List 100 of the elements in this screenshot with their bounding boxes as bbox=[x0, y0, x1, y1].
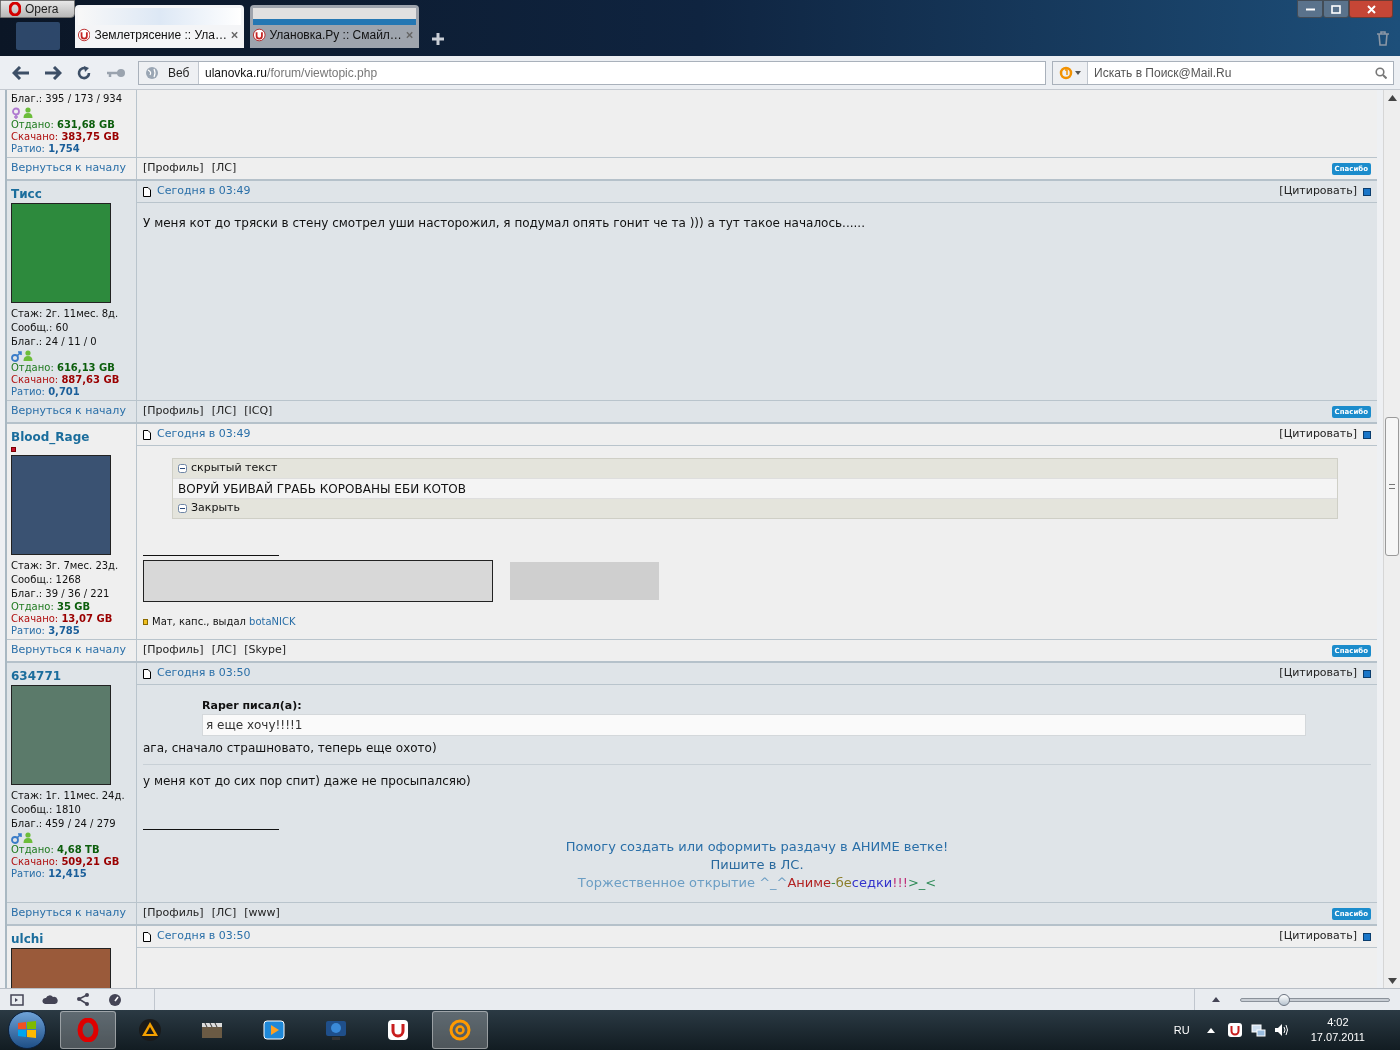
stat-line: Ратио: 12,415 bbox=[11, 868, 88, 880]
new-tab-icon[interactable] bbox=[432, 33, 444, 45]
reload-icon[interactable] bbox=[76, 64, 92, 81]
clock-time: 4:02 bbox=[1327, 1015, 1349, 1030]
profile-link[interactable]: [Профиль] bbox=[143, 642, 204, 659]
profile-link[interactable]: [Профиль] bbox=[143, 160, 204, 177]
username[interactable]: Тисс bbox=[11, 185, 132, 203]
stat-line: Скачано: 13,07 GB bbox=[11, 613, 114, 625]
profile-link[interactable]: [ЛС] bbox=[211, 160, 237, 177]
share-icon[interactable] bbox=[76, 993, 90, 1006]
trash-icon[interactable] bbox=[1376, 31, 1390, 46]
collapse-icon bbox=[178, 504, 187, 513]
maximize-icon bbox=[1331, 4, 1341, 14]
post-text: ага, сначало страшновато, теперь еще охото) bbox=[143, 740, 438, 757]
maximize-button[interactable] bbox=[1323, 0, 1349, 18]
panel-icon[interactable] bbox=[10, 993, 24, 1006]
stat-line: Стаж: 3г. 7мес. 23д. bbox=[11, 559, 120, 573]
scroll-up-icon[interactable] bbox=[1387, 95, 1397, 101]
tray-expand-icon[interactable] bbox=[1206, 1027, 1215, 1033]
stat-line: Сообщ.: 60 bbox=[11, 321, 70, 335]
post-date: Сегодня в 03:49 bbox=[157, 183, 251, 200]
u-logo-icon[interactable] bbox=[1226, 1022, 1243, 1038]
stat-line: Благ.: 459 / 24 / 279 bbox=[11, 817, 117, 831]
search-bar[interactable]: Искать в Поиск@Mail.Ru bbox=[1052, 60, 1394, 85]
spoiler-toggle[interactable]: скрытый текст bbox=[173, 459, 1337, 478]
profile-link[interactable]: [ЛС] bbox=[211, 905, 237, 922]
profile-link[interactable]: [Skype] bbox=[244, 642, 286, 659]
tab-title: Землетрясение :: Ула… bbox=[94, 27, 227, 44]
quote-link[interactable]: [Цитировать] bbox=[1279, 183, 1357, 200]
blurred-thumbnail bbox=[16, 22, 60, 50]
u-logo-icon bbox=[253, 28, 266, 42]
post-date: Сегодня в 03:50 bbox=[157, 665, 251, 682]
quote-link[interactable]: [Цитировать] bbox=[1279, 665, 1357, 682]
stat-line: Стаж: 1г. 11мес. 24д. bbox=[11, 789, 126, 803]
stat-line: Ратио: 1,754 bbox=[11, 143, 81, 155]
square-marker-icon[interactable] bbox=[1363, 430, 1371, 439]
browser-tab[interactable]: Землетрясение :: Ула… bbox=[75, 5, 244, 48]
network-icon[interactable] bbox=[1250, 1022, 1266, 1038]
o-logo-icon bbox=[9, 2, 21, 16]
post-text: У меня кот до тряски в стену смотрел уши насторожил, я подумал опять гонит че та ))) а тут такое началось...... bbox=[143, 215, 866, 232]
square-marker-icon[interactable] bbox=[1363, 669, 1371, 678]
u-logo-icon bbox=[78, 28, 91, 42]
start-button[interactable] bbox=[8, 1011, 46, 1049]
stat-line: Отдано: 631,68 GB bbox=[11, 119, 116, 131]
tab-title: Улановка.Ру :: Смайл… bbox=[269, 27, 402, 44]
forward-icon[interactable] bbox=[44, 65, 62, 80]
minimize-button[interactable] bbox=[1297, 0, 1323, 18]
quote-link[interactable]: [Цитировать] bbox=[1279, 426, 1357, 443]
back-icon[interactable] bbox=[12, 65, 30, 80]
zoom-menu-icon[interactable] bbox=[1212, 997, 1220, 1002]
menu-button[interactable]: Opera bbox=[0, 0, 75, 18]
scroll-down-icon[interactable] bbox=[1387, 978, 1397, 984]
stat-line: Благ.: 24 / 11 / 0 bbox=[11, 335, 98, 349]
username[interactable]: Blood_Rage bbox=[11, 428, 132, 446]
signature-text: Пишите в ЛС. bbox=[710, 856, 804, 874]
close-icon[interactable] bbox=[230, 31, 238, 39]
post-text: у меня кот до сих пор спит) даже не просыпалсяю) bbox=[143, 773, 472, 790]
user-link[interactable]: botaNICK bbox=[249, 616, 296, 627]
status-marker-icon bbox=[11, 447, 16, 452]
scrollbar-thumb[interactable] bbox=[1385, 417, 1399, 556]
address-field[interactable]: ulanovka.ru/forum/viewtopic.php bbox=[199, 63, 378, 82]
stat-line: Отдано: 616,13 GB bbox=[11, 362, 116, 374]
quote-link[interactable]: [Цитировать] bbox=[1279, 928, 1357, 945]
collapse-icon bbox=[178, 464, 187, 473]
search-icon[interactable] bbox=[1375, 66, 1387, 79]
close-button[interactable] bbox=[1349, 0, 1393, 18]
username[interactable]: 634771 bbox=[11, 667, 132, 685]
profile-link[interactable]: [ICQ] bbox=[244, 403, 273, 420]
user-icon bbox=[23, 832, 33, 843]
browser-tab[interactable]: Улановка.Ру :: Смайл… bbox=[250, 5, 419, 48]
speedometer-icon[interactable] bbox=[108, 993, 122, 1006]
language-indicator[interactable]: RU bbox=[1173, 1021, 1190, 1039]
stat-line: Ратио: 3,785 bbox=[11, 625, 81, 637]
monitor-icon bbox=[324, 1018, 348, 1042]
cloud-icon[interactable] bbox=[42, 994, 58, 1005]
profile-link[interactable]: [ЛС] bbox=[211, 642, 237, 659]
profile-link[interactable]: [www] bbox=[244, 905, 280, 922]
web-button[interactable]: Веб bbox=[139, 61, 199, 84]
profile-link[interactable]: [ЛС] bbox=[211, 403, 237, 420]
quote-author: Raper писал(а): bbox=[202, 698, 303, 714]
stat-line: Благ.: 39 / 36 / 221 bbox=[11, 587, 111, 601]
scrollbar[interactable] bbox=[1383, 90, 1400, 988]
search-field[interactable]: Искать в Поиск@Mail.Ru bbox=[1088, 61, 1375, 84]
square-marker-icon[interactable] bbox=[1363, 932, 1371, 941]
stat-line: Скачано: 383,75 GB bbox=[11, 131, 121, 143]
document-icon bbox=[143, 429, 151, 440]
stat-line: Благ.: 395 / 173 / 934 bbox=[11, 92, 124, 106]
spoiler-close[interactable]: Закрыть bbox=[173, 499, 1337, 518]
stat-line: Отдано: 4,68 TB bbox=[11, 844, 101, 856]
square-marker-icon[interactable] bbox=[1363, 187, 1371, 196]
stat-line: Ратио: 0,701 bbox=[11, 386, 81, 398]
signature-text: Помогу создать или оформить раздачу в АНИМЕ ветке! bbox=[565, 838, 949, 856]
speaker-icon[interactable] bbox=[1273, 1023, 1289, 1037]
stat-line: Отдано: 35 GB bbox=[11, 601, 92, 613]
user-icon bbox=[23, 350, 33, 361]
slider-thumb[interactable] bbox=[1277, 993, 1290, 1006]
profile-link[interactable]: [Профиль] bbox=[143, 905, 204, 922]
profile-link[interactable]: [Профиль] bbox=[143, 403, 204, 420]
media-player-icon bbox=[262, 1018, 286, 1042]
post-date: Сегодня в 03:50 bbox=[157, 928, 251, 945]
